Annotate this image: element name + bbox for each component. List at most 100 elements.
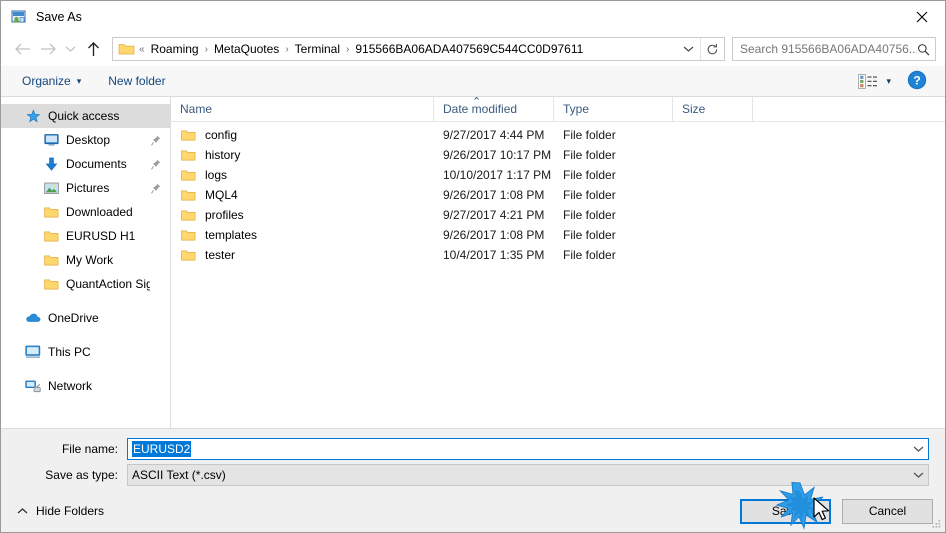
cancel-button[interactable]: Cancel xyxy=(842,498,933,524)
sidebar-item-label: Pictures xyxy=(66,181,110,195)
sidebar-item-label: My Work xyxy=(66,253,114,267)
sidebar-item-label: Documents xyxy=(66,157,127,171)
sidebar-item-network[interactable]: Network xyxy=(1,374,170,398)
column-header-date-modified[interactable]: Date modified xyxy=(434,96,554,122)
recent-locations-button[interactable] xyxy=(61,36,80,62)
navigation-bar: « Roaming › MetaQuotes › Terminal › 9155… xyxy=(1,32,945,66)
file-name-cell: history xyxy=(171,147,434,163)
file-name-label: MQL4 xyxy=(205,188,238,202)
save-as-type-select[interactable]: ASCII Text (*.csv) xyxy=(127,464,929,486)
breadcrumb-item-terminal[interactable]: Terminal xyxy=(290,38,345,60)
file-list: config 9/27/2017 4:44 PM File folder his… xyxy=(171,122,945,428)
sidebar-divider xyxy=(1,296,170,306)
folder-icon xyxy=(180,187,196,203)
file-type-cell: File folder xyxy=(563,248,616,262)
save-as-type-row: Save as type: ASCII Text (*.csv) xyxy=(17,464,929,486)
file-name-cell: MQL4 xyxy=(171,187,434,203)
refresh-icon xyxy=(707,43,718,54)
save-button[interactable]: Save xyxy=(740,498,831,524)
hide-folders-button[interactable]: Hide Folders xyxy=(13,501,108,521)
back-button[interactable] xyxy=(9,36,35,62)
file-date-cell: 9/26/2017 1:08 PM xyxy=(443,228,545,242)
file-name-cell: tester xyxy=(171,247,434,263)
sidebar-item-label: QuantAction Signal xyxy=(66,277,150,291)
new-folder-label: New folder xyxy=(108,74,166,88)
pin-icon[interactable] xyxy=(150,159,162,170)
sidebar-item-quantaction-signal[interactable]: QuantAction Signal xyxy=(1,272,170,296)
chevron-down-icon xyxy=(65,46,76,52)
close-button[interactable] xyxy=(899,1,945,32)
folder-icon xyxy=(43,228,59,244)
table-row[interactable]: MQL4 9/26/2017 1:08 PM File folder xyxy=(171,185,945,205)
file-name-row: File name: EURUSD2 xyxy=(17,438,929,460)
file-type-cell: File folder xyxy=(563,128,616,142)
chevron-down-icon xyxy=(683,46,694,52)
save-as-type-value: ASCII Text (*.csv) xyxy=(132,468,226,482)
download-icon xyxy=(43,156,59,172)
table-row[interactable]: config 9/27/2017 4:44 PM File folder xyxy=(171,125,945,145)
resize-grip-icon[interactable] xyxy=(930,518,942,530)
sidebar-item-eurusd-h1[interactable]: EURUSD H1 xyxy=(1,224,170,248)
navigation-sidebar: Quick access Desktop Documents Pictures … xyxy=(1,97,171,428)
close-icon xyxy=(916,11,928,22)
column-header-name[interactable]: Name xyxy=(171,96,434,122)
folder-icon xyxy=(43,204,59,220)
sidebar-item-quick-access[interactable]: Quick access xyxy=(1,104,170,128)
column-header-size[interactable]: Size xyxy=(673,96,753,122)
up-button[interactable] xyxy=(80,36,106,62)
view-mode-caret-icon[interactable]: ▾ xyxy=(886,76,891,87)
sidebar-item-onedrive[interactable]: OneDrive xyxy=(1,306,170,330)
breadcrumb-item-instance[interactable]: 915566BA06ADA407569C544CC0D97611 xyxy=(350,38,588,60)
search-icon xyxy=(918,43,930,55)
address-dropdown-button[interactable] xyxy=(677,38,700,60)
organize-label: Organize xyxy=(22,74,71,88)
sidebar-item-my-work[interactable]: My Work xyxy=(1,248,170,272)
table-row[interactable]: profiles 9/27/2017 4:21 PM File folder xyxy=(171,205,945,225)
file-name-label: profiles xyxy=(205,208,244,222)
search-input[interactable]: Search 915566BA06ADA40756... xyxy=(740,42,917,56)
sidebar-item-downloaded[interactable]: Downloaded xyxy=(1,200,170,224)
breadcrumb-item-metaquotes[interactable]: MetaQuotes xyxy=(209,38,284,60)
star-icon xyxy=(25,108,41,124)
save-form: File name: EURUSD2 Save as type: ASCII T… xyxy=(1,428,945,490)
save-as-type-dropdown-button[interactable] xyxy=(909,465,928,485)
table-row[interactable]: templates 9/26/2017 1:08 PM File folder xyxy=(171,225,945,245)
organize-button[interactable]: Organize ▾ xyxy=(15,71,88,91)
file-name-input[interactable]: EURUSD2 xyxy=(127,438,929,460)
help-button[interactable]: ? xyxy=(907,70,929,92)
table-row[interactable]: logs 10/10/2017 1:17 PM File folder xyxy=(171,165,945,185)
forward-button[interactable] xyxy=(35,36,61,62)
file-name-dropdown-button[interactable] xyxy=(909,439,928,459)
file-name-cell: config xyxy=(171,127,434,143)
file-name-value: EURUSD2 xyxy=(132,441,192,457)
pin-icon[interactable] xyxy=(150,183,162,194)
new-folder-button[interactable]: New folder xyxy=(101,71,172,91)
arrow-left-icon xyxy=(14,43,30,55)
refresh-button[interactable] xyxy=(700,38,724,60)
arrow-up-icon xyxy=(87,42,99,56)
sidebar-item-pictures[interactable]: Pictures xyxy=(1,176,170,200)
sidebar-item-this-pc[interactable]: This PC xyxy=(1,340,170,364)
sidebar-item-label: OneDrive xyxy=(48,311,99,325)
sort-ascending-icon: ⌃ xyxy=(472,96,482,108)
monitor-icon xyxy=(43,132,59,148)
file-name-label: File name: xyxy=(61,442,118,456)
file-name-label: config xyxy=(205,128,238,142)
column-header-type[interactable]: Type xyxy=(554,96,673,122)
chevron-down-icon xyxy=(913,472,924,478)
table-row[interactable]: tester 10/4/2017 1:35 PM File folder xyxy=(171,245,945,265)
file-type-cell: File folder xyxy=(563,208,616,222)
pin-icon[interactable] xyxy=(150,135,162,146)
chevron-down-icon xyxy=(913,446,924,452)
sidebar-item-desktop[interactable]: Desktop xyxy=(1,128,170,152)
command-toolbar: Organize ▾ New folder ▾ ? xyxy=(1,66,945,97)
search-box[interactable]: Search 915566BA06ADA40756... xyxy=(732,37,936,61)
sidebar-item-label: Quick access xyxy=(48,109,120,123)
title-bar: Save As xyxy=(1,1,945,32)
picture-icon xyxy=(43,180,59,196)
breadcrumb-item-roaming[interactable]: Roaming xyxy=(146,38,204,60)
table-row[interactable]: history 9/26/2017 10:17 PM File folder xyxy=(171,145,945,165)
sidebar-item-documents[interactable]: Documents xyxy=(1,152,170,176)
view-mode-button[interactable] xyxy=(857,73,879,89)
address-bar[interactable]: « Roaming › MetaQuotes › Terminal › 9155… xyxy=(112,37,725,61)
